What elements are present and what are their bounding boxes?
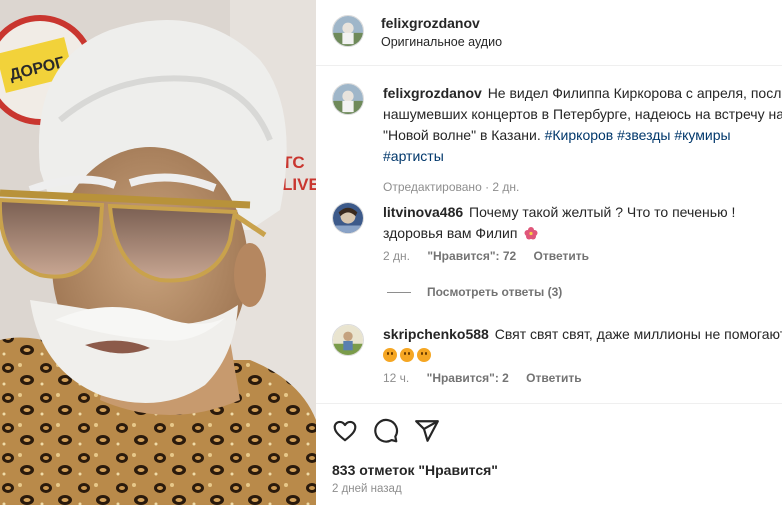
hibiscus-icon (524, 227, 538, 240)
comment-meta: 12 ч. "Нравится": 2 Ответить (383, 371, 596, 385)
action-bar: 833 отметок "Нравится" 2 дней назад (316, 403, 782, 505)
caption-line-3: "Новой волне" в Казани. (383, 127, 541, 143)
share-icon[interactable] (414, 418, 440, 444)
comment-time: 12 ч. (383, 371, 410, 385)
heart-icon[interactable] (332, 418, 358, 444)
post-header: felixgrozdanov Оригинальное аудио (316, 0, 782, 66)
likes-count[interactable]: 833 отметок "Нравится" (332, 462, 498, 478)
post-date: 2 дней назад (332, 483, 402, 495)
commenter-avatar[interactable] (332, 202, 364, 234)
sad-face-icon (383, 348, 397, 362)
comment-text: skripchenko588 Свят свят свят, даже милл… (383, 324, 782, 366)
comment-text: litvinova486 Почему такой желтый ? Что т… (383, 202, 782, 244)
sad-face-icon (417, 348, 431, 362)
comment-time: 2 дн. (383, 249, 410, 263)
comments-section[interactable]: felixgrozdanov Не видел Филиппа Киркоров… (316, 67, 782, 403)
comment-line-1: Почему такой желтый ? Что то печенью ! (469, 204, 736, 220)
post-panel: felixgrozdanov Оригинальное аудио felixg… (316, 0, 782, 505)
sign-text-3: LIVE (282, 175, 316, 194)
caption-line-2: нашумевших концертов в Петербурге, надею… (383, 106, 782, 122)
comment-likes[interactable]: "Нравится": 2 (427, 371, 509, 385)
comment-likes[interactable]: "Нравится": 72 (427, 249, 516, 263)
reply-button[interactable]: Ответить (534, 249, 589, 263)
caption-line-1: Не видел Филиппа Киркорова с апреля, пос… (487, 85, 782, 101)
comment-username[interactable]: skripchenko588 (383, 326, 489, 342)
comment-line-2: здоровья вам Филип (383, 225, 518, 241)
hashtag-link[interactable]: #Киркоров (545, 127, 614, 143)
caption-meta: Отредактировано · 2 дн. (383, 180, 520, 194)
view-replies-button[interactable]: Посмотреть ответы (3) (387, 285, 562, 299)
author-avatar[interactable] (332, 15, 364, 47)
hashtag-link[interactable]: #артисты (383, 148, 444, 164)
sad-face-icon (400, 348, 414, 362)
reply-button[interactable]: Ответить (526, 371, 581, 385)
caption-text: felixgrozdanov Не видел Филиппа Киркоров… (383, 83, 782, 167)
comment-username[interactable]: litvinova486 (383, 204, 463, 220)
commenter-avatar[interactable] (332, 324, 364, 356)
comment-line-1: Свят свят свят, даже миллионы не помогаю… (494, 326, 782, 342)
post-photo: ДОРОГ TC LIVE (0, 0, 316, 505)
comment-icon[interactable] (373, 418, 399, 444)
hashtag-link[interactable]: #кумиры (674, 127, 730, 143)
author-username[interactable]: felixgrozdanov (381, 15, 480, 31)
caption-avatar[interactable] (332, 83, 364, 115)
hashtag-link[interactable]: #звезды (617, 127, 670, 143)
comment-meta: 2 дн. "Нравится": 72 Ответить (383, 249, 603, 263)
audio-label[interactable]: Оригинальное аудио (381, 35, 502, 49)
caption-username[interactable]: felixgrozdanov (383, 85, 482, 101)
post-image[interactable]: ДОРОГ TC LIVE (0, 0, 316, 505)
